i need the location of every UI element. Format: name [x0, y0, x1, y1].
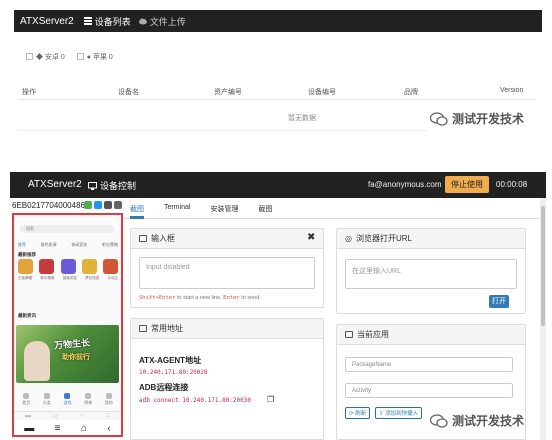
- brand-logo[interactable]: ATXServer2: [20, 16, 74, 27]
- watermark-text: 测试开发技术: [452, 112, 525, 126]
- hint-text: to send: [241, 295, 260, 301]
- watermark: 测试开发技术: [430, 412, 525, 429]
- table-divider: [18, 130, 428, 131]
- empty-table-message: 暂无数据: [288, 115, 316, 122]
- control-navbar: ATXServer2 设备控制 fa@anonymous.com 停止使用 00…: [10, 172, 546, 198]
- atx-agent-address[interactable]: 10.240.171.80:20028: [139, 369, 208, 376]
- android-checkbox[interactable]: [26, 53, 33, 60]
- address-panel-title: 常用地址: [151, 323, 183, 333]
- input-panel-title: 输入框: [151, 233, 175, 243]
- user-menu[interactable]: fa@anonymous.com: [368, 180, 451, 189]
- filter-android[interactable]: ◆ 安卓 0: [26, 52, 65, 62]
- pointer-icon[interactable]: [94, 201, 102, 209]
- wechat-icon: [430, 413, 448, 428]
- hint-text: to start a new line,: [176, 295, 222, 301]
- control-content: 截图 Terminal 安装管理 截图 输入框 ✖ Input disabled…: [124, 198, 540, 440]
- active-tab-indicator: [130, 216, 144, 219]
- column-header: Version: [500, 87, 524, 94]
- browser-url-panel: ◎ 浏览器打开URL 在这里输入URL 打开: [336, 228, 526, 314]
- platform-filters: ◆ 安卓 0 ● 苹果 0: [26, 52, 113, 62]
- top-navbar: ATXServer2 设备列表 文件上传: [14, 10, 542, 32]
- nav-device-list[interactable]: 设备列表: [83, 15, 131, 28]
- add-shortcut-label: 添加到快捷入: [385, 411, 419, 417]
- nav-file-upload-label: 文件上传: [149, 16, 186, 27]
- wechat-icon: [430, 111, 448, 126]
- hint-key-enter: Enter: [223, 295, 240, 301]
- tabs-divider: [124, 218, 540, 219]
- table-divider: [18, 99, 536, 100]
- tab-terminal[interactable]: Terminal: [164, 204, 190, 214]
- brand-logo[interactable]: ATXServer2: [28, 179, 82, 190]
- tab-install-manage[interactable]: 安装管理: [210, 204, 238, 214]
- nav-file-upload[interactable]: 文件上传: [138, 15, 186, 28]
- text-input-area[interactable]: Input disabled: [139, 257, 315, 289]
- highlight-box: [12, 213, 123, 437]
- scrollbar-thumb[interactable]: [541, 206, 545, 326]
- adb-remote-label: ADB远程连接: [139, 383, 189, 392]
- watermark: 测试开发技术: [430, 110, 525, 127]
- refresh-button[interactable]: ⟳ 刷新: [345, 407, 371, 419]
- monitor-icon: [88, 181, 97, 190]
- usage-timer: 00:00:08: [496, 180, 528, 189]
- device-control-screenshot: ATXServer2 设备控制 fa@anonymous.com 停止使用 00…: [10, 172, 546, 440]
- apple-icon: ●: [86, 54, 92, 61]
- address-panel-header: 常用地址: [131, 319, 323, 339]
- nav-device-list-label: 设备列表: [94, 16, 131, 27]
- globe-icon: ◎: [345, 233, 352, 243]
- open-url-button[interactable]: 打开: [489, 295, 509, 308]
- column-header: 设备编号: [308, 89, 336, 96]
- package-name-input[interactable]: PackageName: [345, 357, 513, 372]
- app-panel-title: 当前应用: [357, 329, 389, 339]
- add-shortcut-button[interactable]: ⇪ 添加到快捷入: [375, 407, 423, 419]
- input-hint: Shift+Enter to start a new line, Enter t…: [139, 295, 259, 301]
- keyboard-icon: [139, 235, 147, 242]
- hint-key-shift-enter: Shift+Enter: [139, 295, 176, 301]
- input-panel: 输入框 ✖ Input disabled Shift+Enter to star…: [130, 228, 324, 308]
- device-toolbar: [84, 201, 122, 209]
- user-email: fa@anonymous.com: [368, 180, 442, 189]
- refresh-icon: ⟳: [349, 411, 354, 417]
- adb-connect-command[interactable]: adb connect 10.240.171.80:20030: [139, 397, 251, 404]
- link-icon[interactable]: [84, 201, 92, 209]
- input-panel-header: 输入框: [131, 229, 323, 249]
- column-header: 品牌: [404, 89, 418, 96]
- nav-device-control-label: 设备控制: [100, 181, 137, 191]
- cloud-upload-icon: [138, 18, 147, 25]
- column-header: 设备名: [118, 89, 139, 96]
- upload-icon: ⇪: [379, 411, 384, 417]
- watermark-text: 测试开发技术: [452, 414, 525, 428]
- atx-agent-label: ATX-AGENT地址: [139, 356, 202, 365]
- phone-panel: 6EB0217704000486 搜索 推荐 角色扮演 休闲竞技 射击策略 最新…: [10, 198, 124, 440]
- device-list-screenshot: ATXServer2 设备列表 文件上传 ◆ 安卓 0 ● 苹果 0 操作 设备…: [0, 0, 552, 150]
- address-card-icon: [139, 325, 147, 332]
- tab-screenshot-2[interactable]: 截图: [258, 204, 272, 214]
- url-input[interactable]: 在这里输入URL: [345, 259, 517, 289]
- browser-panel-header: ◎ 浏览器打开URL: [337, 229, 525, 249]
- activity-input[interactable]: Activity: [345, 383, 513, 398]
- browser-panel-title: 浏览器打开URL: [355, 233, 412, 243]
- refresh-button-label: 刷新: [355, 411, 367, 417]
- nav-device-control[interactable]: 设备控制: [88, 179, 136, 192]
- filter-apple[interactable]: ● 苹果 0: [76, 52, 113, 62]
- stop-using-button[interactable]: 停止使用: [445, 176, 489, 193]
- android-icon: ◆: [36, 54, 43, 61]
- control-tabs: 截图 Terminal 安装管理 截图: [130, 204, 292, 214]
- filter-apple-label: 苹果 0: [92, 54, 113, 61]
- filter-android-label: 安卓 0: [44, 54, 65, 61]
- app-panel-header: 当前应用: [337, 325, 525, 345]
- address-panel: 常用地址 ATX-AGENT地址 10.240.171.80:20028 ADB…: [130, 318, 324, 440]
- device-serial: 6EB0217704000486: [12, 201, 85, 210]
- keyboard-icon[interactable]: [104, 201, 112, 209]
- apple-checkbox[interactable]: [76, 53, 84, 60]
- column-header: 资产编号: [214, 89, 242, 96]
- tools-icon[interactable]: [114, 201, 122, 209]
- tools-icon[interactable]: ✖: [307, 232, 315, 243]
- column-header: 操作: [22, 89, 36, 96]
- list-icon: [83, 17, 92, 25]
- copy-icon[interactable]: ❐: [267, 395, 274, 404]
- tab-screenshot[interactable]: 截图: [130, 204, 144, 214]
- app-window-icon: [345, 331, 353, 338]
